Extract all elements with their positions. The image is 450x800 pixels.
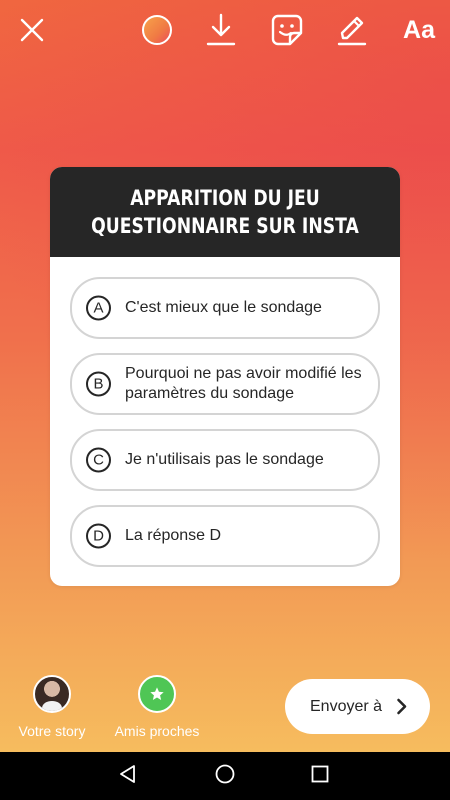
your-story-label: Votre story (18, 723, 86, 739)
back-button[interactable] (116, 764, 140, 788)
quiz-header: APPARITION DU JEU QUESTIONNAIRE SUR INST… (50, 167, 400, 257)
your-story-button[interactable]: Votre story (15, 675, 89, 739)
sticker-icon (270, 13, 304, 47)
option-text: La réponse D (125, 527, 222, 544)
close-button[interactable] (12, 10, 52, 50)
star-icon (138, 675, 176, 713)
share-bar: Votre story Amis proches Envoyer à (0, 670, 450, 750)
close-icon (19, 17, 45, 43)
draw-button[interactable] (332, 10, 372, 50)
home-button[interactable] (213, 764, 237, 788)
quiz-option-d[interactable]: D La réponse D (70, 505, 380, 567)
option-letter: C (86, 447, 111, 473)
color-picker-button[interactable] (137, 10, 177, 50)
color-swatch (142, 15, 172, 45)
chevron-right-icon (396, 698, 408, 720)
system-nav-bar (0, 752, 450, 800)
home-circle-icon (214, 763, 236, 790)
close-friends-button[interactable]: Amis proches (110, 675, 204, 739)
option-text: Pourquoi ne pas avoir modifié les paramè… (125, 365, 362, 402)
quiz-option-c[interactable]: C Je n'utilisais pas le sondage (70, 429, 380, 491)
text-button[interactable]: Aa (397, 10, 441, 50)
story-toolbar: Aa (0, 0, 450, 60)
option-letter: D (86, 523, 111, 549)
quiz-sticker[interactable]: APPARITION DU JEU QUESTIONNAIRE SUR INST… (50, 167, 400, 586)
pen-icon (336, 13, 368, 47)
quiz-option-a[interactable]: A C'est mieux que le sondage (70, 277, 380, 339)
option-text: C'est mieux que le sondage (125, 299, 322, 316)
recents-button[interactable] (308, 764, 332, 788)
story-editor: Aa APPARITION DU JEU QUESTIONNAIRE SUR I… (0, 0, 450, 752)
close-friends-label: Amis proches (114, 723, 200, 739)
send-label: Envoyer à (310, 697, 383, 715)
download-icon (205, 13, 237, 47)
download-button[interactable] (201, 10, 241, 50)
quiz-option-b[interactable]: B Pourquoi ne pas avoir modifié les para… (70, 353, 380, 415)
sticker-button[interactable] (267, 10, 307, 50)
option-text: Je n'utilisais pas le sondage (125, 451, 324, 468)
text-label: Aa (403, 15, 435, 44)
option-letter: A (86, 295, 111, 321)
back-triangle-icon (117, 763, 139, 790)
quiz-title: APPARITION DU JEU QUESTIONNAIRE SUR INST… (91, 186, 359, 238)
option-letter: B (86, 371, 111, 397)
recents-square-icon (310, 764, 330, 789)
avatar (33, 675, 71, 713)
send-to-button[interactable]: Envoyer à (285, 679, 430, 734)
